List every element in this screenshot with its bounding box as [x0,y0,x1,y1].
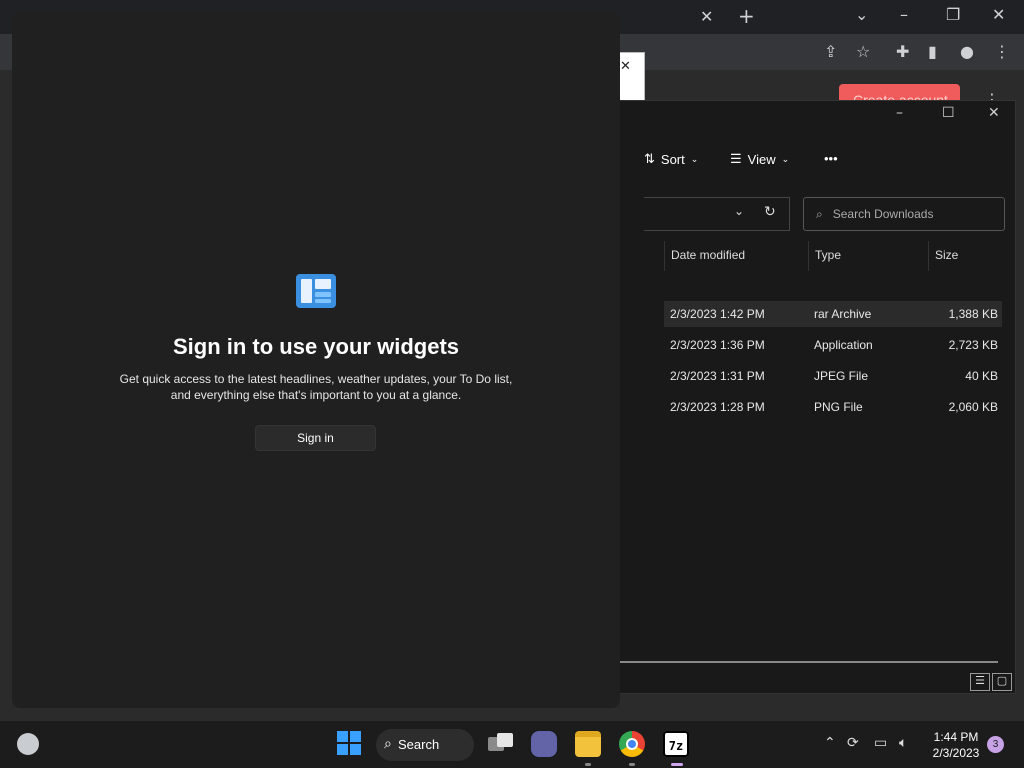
search-icon: ⌕ [816,207,823,221]
column-header-date[interactable]: Date modified [664,241,808,271]
browser-menu-icon[interactable]: ⋮ [994,42,1010,62]
column-header-size[interactable]: Size [928,241,1008,271]
weather-icon[interactable] [17,733,39,755]
extensions-icon[interactable]: ✚ [896,42,909,62]
table-row[interactable]: 2/3/2023 1:42 PM rar Archive 1,388 KB [664,301,1002,327]
column-header-type[interactable]: Type [808,241,928,271]
close-icon[interactable]: ✕ [988,105,1000,121]
chrome-icon[interactable] [619,731,645,757]
start-icon[interactable] [337,731,363,757]
volume-icon[interactable]: 🔈︎ [899,735,907,751]
new-tab-icon[interactable]: + [738,6,755,26]
taskbar-clock[interactable]: 1:44 PM 2/3/2023 [928,729,984,761]
file-explorer-icon[interactable] [575,731,601,757]
tiles-view-icon[interactable]: ▢ [992,673,1012,691]
7zip-icon[interactable]: 7z [663,731,689,757]
widgets-icon [296,274,336,308]
chevron-down-icon: ⌄ [690,153,699,164]
share-icon[interactable]: ⇪ [824,42,837,62]
restore-window-icon[interactable]: ❐ [946,5,960,25]
widgets-panel: Sign in to use your widgets Get quick ac… [12,12,620,708]
view-list-icon: ☰ [730,151,742,166]
sort-button[interactable]: ⇅ Sort ⌄ [644,151,698,167]
minimize-icon[interactable]: – [896,105,903,121]
close-icon[interactable]: ✕ [620,59,631,74]
search-input[interactable]: ⌕ Search Downloads [803,197,1005,231]
maximize-icon[interactable]: ☐ [942,105,955,121]
show-hidden-icons-icon[interactable]: ⌃ [824,735,836,751]
notification-badge[interactable]: 3 [987,736,1004,753]
active-indicator [585,763,591,766]
profile-icon[interactable]: ● [960,42,974,62]
sign-in-button[interactable]: Sign in [255,425,376,451]
taskbar: ⌕ Search 7z ⌃ ⟳ ▭ 🔈︎ 1:44 PM 2/3/2023 3 [0,720,1024,768]
minimize-window-icon[interactable]: – [900,5,908,25]
close-window-icon[interactable]: ✕ [992,5,1005,25]
widgets-title: Sign in to use your widgets [172,334,460,359]
table-row[interactable]: 2/3/2023 1:36 PM Application 2,723 KB [664,332,1002,358]
side-panel-icon[interactable]: ▮ [928,42,937,62]
widgets-description: Get quick access to the latest headlines… [119,372,513,402]
more-icon: ••• [824,151,838,166]
sync-icon[interactable]: ⟳ [847,735,859,751]
task-view-icon[interactable] [488,731,514,757]
sort-icon: ⇅ [644,151,655,166]
horizontal-scrollbar[interactable] [620,661,998,663]
search-icon: ⌕ [384,735,392,751]
tab-search-icon[interactable]: ⌄ [855,5,868,25]
view-button[interactable]: ☰ View ⌄ [730,151,789,167]
more-options-button[interactable]: ••• [824,151,838,166]
refresh-icon[interactable]: ↻ [764,204,776,220]
table-row[interactable]: 2/3/2023 1:31 PM JPEG File 40 KB [664,363,1002,389]
history-chevron-icon[interactable]: ⌄ [734,204,744,218]
close-tab-icon[interactable]: ✕ [700,7,713,27]
active-indicator [629,763,635,766]
address-bar[interactable]: ⌄ ↻ [644,197,790,231]
active-indicator [671,763,683,766]
details-view-icon[interactable]: ☰ [970,673,990,691]
table-row[interactable]: 2/3/2023 1:28 PM PNG File 2,060 KB [664,394,1002,420]
teams-chat-icon[interactable] [531,731,557,757]
chevron-down-icon: ⌄ [781,153,790,164]
bookmark-star-icon[interactable]: ☆ [856,42,870,62]
file-explorer-window: – ☐ ✕ ⇅ Sort ⌄ ☰ View ⌄ ••• ⌄ ↻ ⌕ Search… [619,100,1016,694]
taskbar-search-button[interactable]: ⌕ Search [376,729,474,761]
network-icon[interactable]: ▭ [874,735,887,751]
